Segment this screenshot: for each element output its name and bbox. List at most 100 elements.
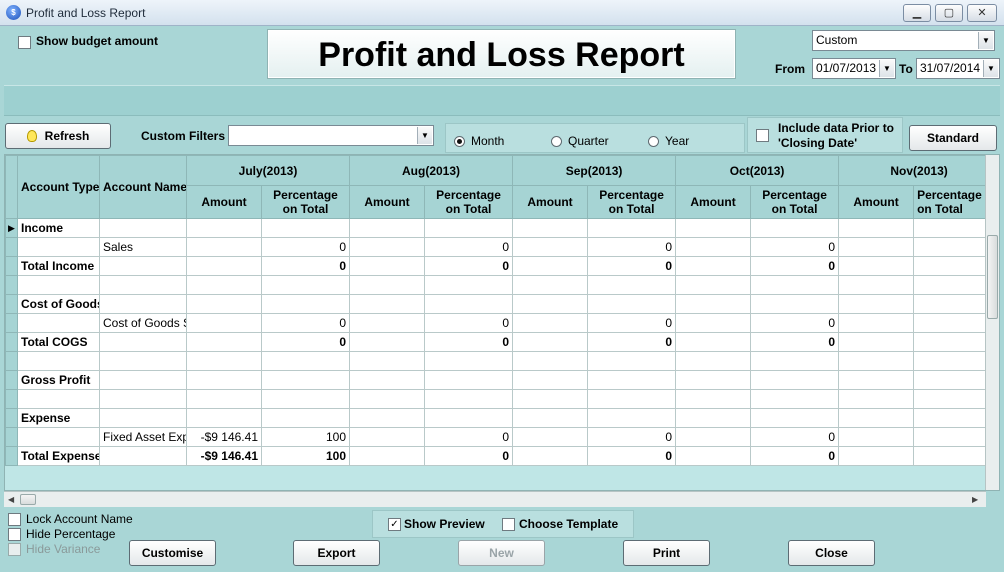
percent-cell[interactable]: 0 [750,237,840,257]
percent-cell[interactable] [750,275,840,295]
from-date-picker[interactable]: 01/07/2013 ▼ [812,58,896,79]
amount-cell[interactable] [675,294,752,314]
amount-cell[interactable] [186,237,262,257]
percent-cell[interactable]: 0 [750,256,840,276]
amount-cell[interactable] [675,408,752,428]
amount-cell[interactable] [349,389,426,409]
account-name-cell[interactable] [99,389,187,409]
amount-cell[interactable]: -$9 146.41 [186,446,262,466]
amount-cell[interactable] [512,313,589,333]
customise-button[interactable]: Customise [129,540,216,566]
amount-cell[interactable] [512,294,589,314]
percent-cell[interactable] [587,370,677,390]
export-button[interactable]: Export [293,540,380,566]
percent-cell[interactable]: 0 [587,332,677,352]
table-row[interactable]: Cost of Goods [5,294,999,314]
amount-cell[interactable] [186,351,262,371]
table-row[interactable] [5,389,999,409]
report-grid[interactable]: Account Type Account Name July(2013) Aug… [4,154,1000,491]
amount-cell[interactable] [838,427,915,447]
account-type-cell[interactable] [17,237,100,257]
account-name-cell[interactable]: Fixed Asset Exp [99,427,187,447]
amount-cell[interactable] [838,313,915,333]
percent-cell[interactable] [587,218,677,238]
percent-cell[interactable] [424,218,514,238]
percent-header[interactable]: Percentage on Total [750,185,840,219]
account-name-cell[interactable] [99,275,187,295]
amount-cell[interactable] [349,427,426,447]
percent-cell[interactable]: 0 [424,256,514,276]
amount-cell[interactable] [512,370,589,390]
account-name-cell[interactable] [99,408,187,428]
hide-percentage-checkbox[interactable] [8,528,21,541]
row-indicator[interactable] [5,294,18,314]
amount-cell[interactable] [186,408,262,428]
percent-cell[interactable]: 0 [587,313,677,333]
account-name-cell[interactable]: Cost of Goods S [99,313,187,333]
amount-cell[interactable] [512,332,589,352]
percent-cell[interactable]: 0 [424,313,514,333]
percent-cell[interactable] [424,294,514,314]
year-radio[interactable] [648,136,659,147]
percent-cell[interactable] [260,370,351,390]
percent-cell[interactable]: 0 [424,427,514,447]
amount-header[interactable]: Amount [186,185,262,219]
close-window-button[interactable]: ✕ [967,4,997,22]
percent-cell[interactable] [750,370,840,390]
chevron-down-icon[interactable]: ▼ [983,60,998,77]
percent-cell[interactable] [424,351,514,371]
minimize-button[interactable]: ▁ [903,4,931,22]
percent-cell[interactable] [424,389,514,409]
percent-cell[interactable]: 0 [424,332,514,352]
percent-cell[interactable] [424,408,514,428]
row-indicator[interactable] [5,370,18,390]
percent-cell[interactable] [750,294,840,314]
quarter-radio[interactable] [551,136,562,147]
percent-cell[interactable]: 0 [750,427,840,447]
row-indicator[interactable] [5,275,18,295]
row-indicator[interactable] [5,351,18,371]
percent-cell[interactable] [260,275,351,295]
amount-cell[interactable]: -$9 146.41 [186,427,262,447]
amount-cell[interactable] [838,351,915,371]
amount-cell[interactable] [512,427,589,447]
amount-cell[interactable] [512,408,589,428]
account-type-cell[interactable] [17,275,100,295]
percent-cell[interactable]: 0 [260,332,351,352]
account-type-cell[interactable] [17,389,100,409]
amount-cell[interactable] [838,256,915,276]
account-type-cell[interactable] [17,313,100,333]
row-indicator[interactable] [5,446,18,466]
account-type-cell[interactable]: Expense [17,408,100,428]
percent-cell[interactable]: 0 [750,332,840,352]
amount-cell[interactable] [349,256,426,276]
month-header[interactable]: Aug(2013) [349,155,514,186]
amount-cell[interactable] [838,389,915,409]
account-name-cell[interactable] [99,294,187,314]
maximize-button[interactable]: ▢ [935,4,963,22]
amount-cell[interactable] [512,389,589,409]
amount-cell[interactable] [675,389,752,409]
amount-cell[interactable] [675,275,752,295]
current-row-indicator[interactable]: ▶ [5,218,18,238]
amount-cell[interactable] [675,218,752,238]
row-indicator[interactable] [5,237,18,257]
horizontal-scroll-thumb[interactable] [20,494,36,505]
amount-cell[interactable] [349,351,426,371]
account-name-cell[interactable]: Sales [99,237,187,257]
include-prior-checkbox[interactable] [756,129,769,142]
chevron-down-icon[interactable]: ▼ [978,32,993,49]
account-type-cell[interactable]: Total Income [17,256,100,276]
amount-cell[interactable] [838,332,915,352]
percent-cell[interactable]: 0 [587,427,677,447]
month-radio[interactable] [454,136,465,147]
row-indicator[interactable] [5,389,18,409]
to-date-picker[interactable]: 31/07/2014 ▼ [916,58,1000,79]
percent-cell[interactable] [260,218,351,238]
amount-cell[interactable] [838,446,915,466]
month-header[interactable]: Oct(2013) [675,155,840,186]
table-row[interactable]: Cost of Goods S 0 0 0 0 [5,313,999,333]
amount-cell[interactable] [838,237,915,257]
row-indicator[interactable] [5,427,18,447]
table-row[interactable]: Total COGS 0 0 0 0 [5,332,999,352]
